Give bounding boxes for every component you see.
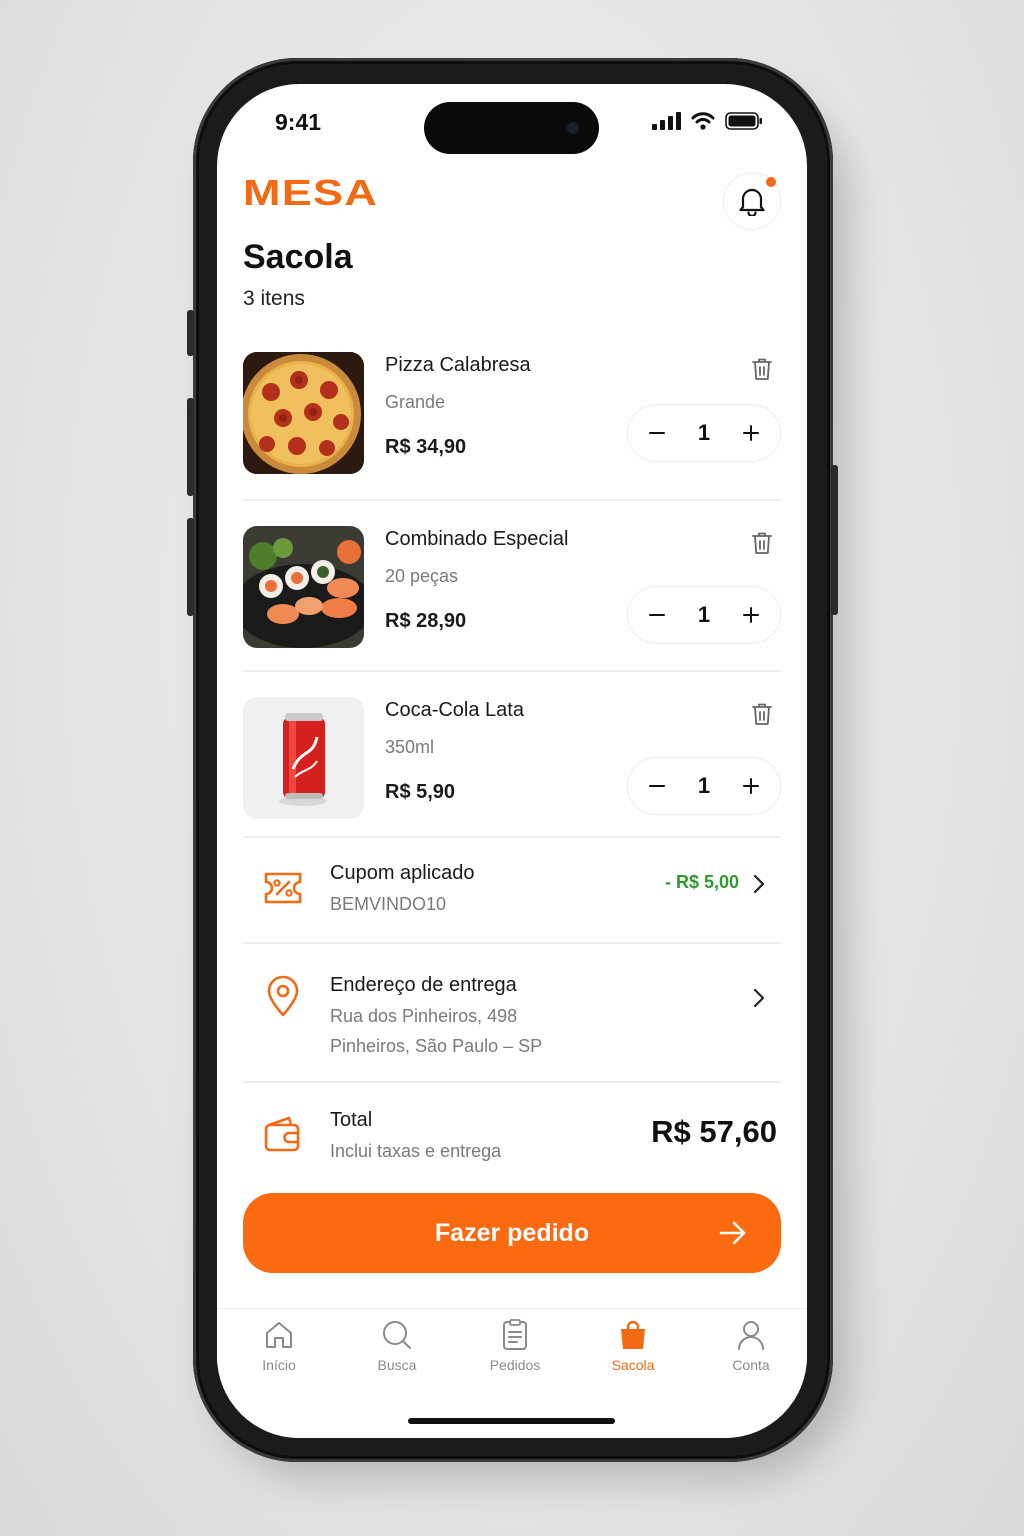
item-price: R$ 28,90 xyxy=(385,610,467,632)
minus-icon xyxy=(649,785,665,787)
quantity-value: 1 xyxy=(697,420,711,445)
coupon-row[interactable]: Cupom aplicado BEMVINDO10 - R$ 5,00 xyxy=(243,854,781,944)
address-line-2: Pinheiros, São Paulo – SP xyxy=(330,1036,543,1056)
tab-label: Busca xyxy=(377,1357,417,1373)
item-name: Combinado Especial xyxy=(385,528,569,550)
tab-account[interactable]: Conta xyxy=(696,1319,806,1373)
tab-bag[interactable]: Sacola xyxy=(578,1319,688,1373)
cart-item: Coca-Cola Lata 350ml R$ 5,90 1 xyxy=(243,697,781,847)
notifications-button[interactable] xyxy=(723,172,781,230)
decrease-quantity-button[interactable] xyxy=(642,418,672,448)
remove-item-button[interactable] xyxy=(747,699,777,729)
coupon-icon xyxy=(261,866,305,910)
coupon-discount: - R$ 5,00 xyxy=(664,872,739,892)
item-name: Pizza Calabresa xyxy=(385,354,531,376)
cart-item: Pizza Calabresa Grande R$ 34,90 1 xyxy=(243,352,781,502)
search-icon xyxy=(383,1321,411,1349)
home-icon xyxy=(266,1322,292,1348)
tab-label: Início xyxy=(262,1357,296,1373)
decrease-quantity-button[interactable] xyxy=(642,600,672,630)
plus-icon xyxy=(743,778,759,794)
address-title: Endereço de entrega xyxy=(330,974,517,996)
app-screen: 9:41 MESA Sacola 3 itens Pizza Calabresa… xyxy=(217,84,807,1438)
signal-icon xyxy=(652,112,681,130)
app-logo: MESA xyxy=(243,172,379,213)
trash-icon xyxy=(752,703,772,725)
home-indicator[interactable] xyxy=(408,1418,615,1424)
plus-icon xyxy=(743,425,759,441)
wallet-icon xyxy=(261,1112,305,1156)
tab-label: Pedidos xyxy=(489,1357,541,1373)
sushi-thumbnail xyxy=(243,526,364,648)
tab-label: Sacola xyxy=(611,1357,655,1373)
quantity-stepper: 1 xyxy=(627,757,781,815)
item-price: R$ 34,90 xyxy=(385,436,467,458)
item-name: Coca-Cola Lata xyxy=(385,699,524,721)
place-order-label: Fazer pedido xyxy=(434,1218,590,1247)
tab-home[interactable]: Início xyxy=(224,1319,334,1373)
tab-label: Conta xyxy=(732,1357,770,1373)
user-icon xyxy=(738,1321,764,1350)
chevron-right-icon xyxy=(749,874,769,894)
chevron-right-icon xyxy=(749,988,769,1008)
minus-icon xyxy=(649,614,665,616)
remove-item-button[interactable] xyxy=(747,528,777,558)
arrow-right-icon xyxy=(719,1221,746,1245)
notification-dot xyxy=(766,177,776,187)
status-time: 9:41 xyxy=(275,109,322,135)
increase-quantity-button[interactable] xyxy=(736,600,766,630)
page-title: Sacola xyxy=(243,238,353,276)
minus-icon xyxy=(649,432,665,434)
item-description: 20 peças xyxy=(385,566,459,586)
bell-icon xyxy=(739,188,765,216)
location-pin-icon xyxy=(261,974,305,1018)
soda-can-thumbnail xyxy=(243,697,364,819)
item-description: Grande xyxy=(385,392,446,412)
wifi-icon xyxy=(691,112,715,130)
remove-item-button[interactable] xyxy=(747,354,777,384)
battery-icon xyxy=(725,112,762,130)
increase-quantity-button[interactable] xyxy=(736,771,766,801)
item-price: R$ 5,90 xyxy=(385,781,456,803)
address-line-1: Rua dos Pinheiros, 498 xyxy=(330,1006,518,1026)
delivery-address-row[interactable]: Endereço de entrega Rua dos Pinheiros, 4… xyxy=(243,964,781,1084)
quantity-stepper: 1 xyxy=(627,586,781,644)
trash-icon xyxy=(752,532,772,554)
cart-item: Combinado Especial 20 peças R$ 28,90 1 xyxy=(243,526,781,676)
bag-icon xyxy=(621,1320,645,1349)
item-description: 350ml xyxy=(385,737,435,757)
total-note: Inclui taxas e entrega xyxy=(330,1141,502,1161)
place-order-button[interactable]: Fazer pedido xyxy=(243,1193,781,1273)
quantity-value: 1 xyxy=(697,602,711,627)
dynamic-island xyxy=(424,102,599,154)
item-count: 3 itens xyxy=(243,287,305,310)
coupon-code: BEMVINDO10 xyxy=(330,894,447,914)
pizza-thumbnail xyxy=(243,352,364,474)
total-row: Total Inclui taxas e entrega R$ 57,60 xyxy=(243,1104,781,1174)
trash-icon xyxy=(752,358,772,380)
quantity-stepper: 1 xyxy=(627,404,781,462)
quantity-value: 1 xyxy=(697,773,711,798)
tab-orders[interactable]: Pedidos xyxy=(460,1319,570,1373)
increase-quantity-button[interactable] xyxy=(736,418,766,448)
total-title: Total xyxy=(330,1109,373,1131)
total-value: R$ 57,60 xyxy=(651,1114,777,1149)
plus-icon xyxy=(743,607,759,623)
receipt-icon xyxy=(503,1319,527,1350)
decrease-quantity-button[interactable] xyxy=(642,771,672,801)
status-bar: 9:41 xyxy=(217,84,807,154)
tab-search[interactable]: Busca xyxy=(342,1319,452,1373)
coupon-title: Cupom aplicado xyxy=(330,862,475,884)
